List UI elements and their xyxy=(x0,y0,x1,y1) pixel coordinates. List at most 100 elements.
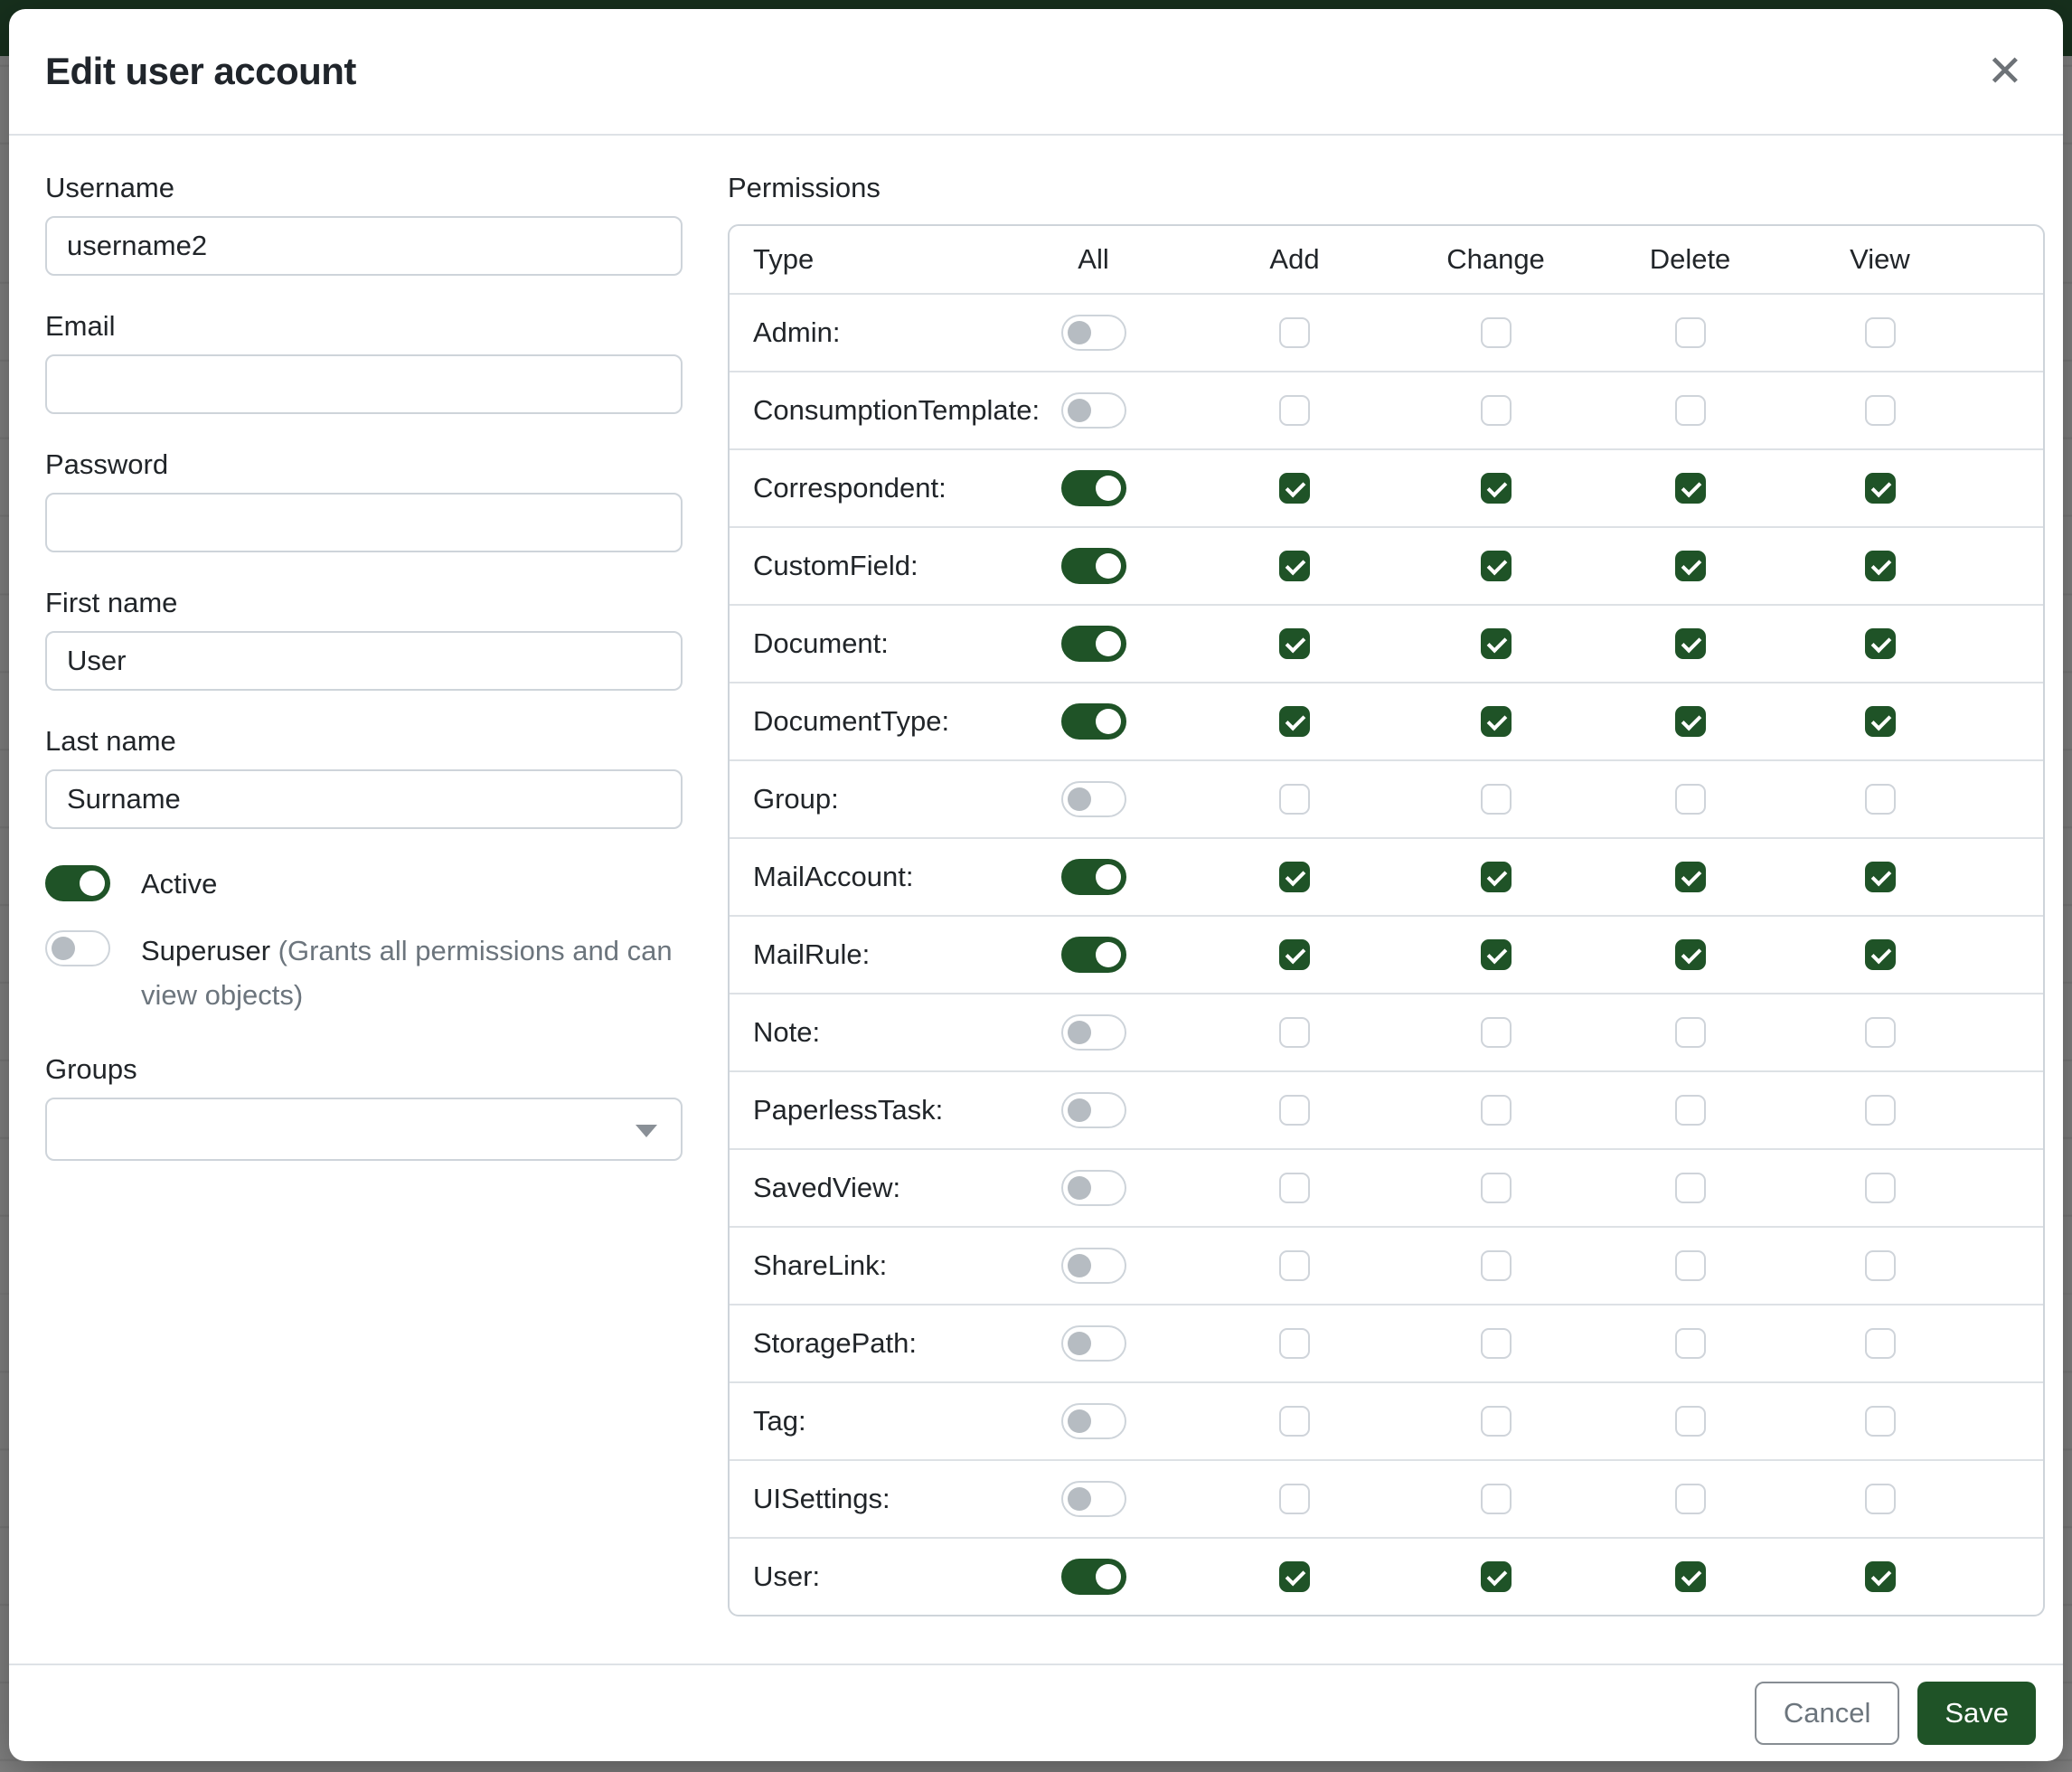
permission-view-checkbox[interactable] xyxy=(1865,395,1896,426)
permission-delete-checkbox[interactable] xyxy=(1675,628,1706,659)
permission-add-checkbox[interactable] xyxy=(1279,1328,1310,1359)
cancel-button[interactable]: Cancel xyxy=(1755,1682,1900,1745)
permission-view-checkbox[interactable] xyxy=(1865,473,1896,504)
permission-delete-checkbox[interactable] xyxy=(1675,1095,1706,1126)
permission-all-toggle[interactable] xyxy=(1061,1170,1126,1206)
permission-add-checkbox[interactable] xyxy=(1279,1017,1310,1048)
permission-change-checkbox[interactable] xyxy=(1481,551,1512,581)
permission-add-checkbox[interactable] xyxy=(1279,862,1310,892)
permission-view-checkbox[interactable] xyxy=(1865,628,1896,659)
permission-view-checkbox[interactable] xyxy=(1865,1173,1896,1203)
close-icon[interactable]: ✕ xyxy=(1982,44,2029,99)
permission-all-toggle[interactable] xyxy=(1061,1248,1126,1284)
permission-change-checkbox[interactable] xyxy=(1481,1561,1512,1592)
permission-change-checkbox[interactable] xyxy=(1481,1406,1512,1437)
permission-add-checkbox[interactable] xyxy=(1279,939,1310,970)
permission-add-checkbox[interactable] xyxy=(1279,551,1310,581)
permission-change-checkbox[interactable] xyxy=(1481,628,1512,659)
permission-all-toggle[interactable] xyxy=(1061,703,1126,740)
permission-view-checkbox[interactable] xyxy=(1865,1328,1896,1359)
permission-all-toggle[interactable] xyxy=(1061,859,1126,895)
permission-delete-checkbox[interactable] xyxy=(1675,1561,1706,1592)
permission-delete-checkbox[interactable] xyxy=(1675,706,1706,737)
username-input[interactable] xyxy=(45,216,683,276)
permissions-label: Permissions xyxy=(728,172,2045,204)
permission-delete-checkbox[interactable] xyxy=(1675,784,1706,815)
permission-all-toggle[interactable] xyxy=(1061,937,1126,973)
permission-view-checkbox[interactable] xyxy=(1865,551,1896,581)
permission-all-toggle[interactable] xyxy=(1061,315,1126,351)
permission-add-checkbox[interactable] xyxy=(1279,784,1310,815)
permission-delete-checkbox[interactable] xyxy=(1675,1484,1706,1514)
permission-add-checkbox[interactable] xyxy=(1279,628,1310,659)
permission-add-checkbox[interactable] xyxy=(1279,317,1310,348)
permission-all-toggle[interactable] xyxy=(1061,1325,1126,1362)
permission-add-checkbox[interactable] xyxy=(1279,1250,1310,1281)
save-button[interactable]: Save xyxy=(1917,1682,2036,1745)
permission-view-checkbox[interactable] xyxy=(1865,1095,1896,1126)
first-name-field[interactable] xyxy=(45,631,683,691)
permission-delete-checkbox[interactable] xyxy=(1675,473,1706,504)
permission-all-toggle[interactable] xyxy=(1061,1559,1126,1595)
permission-view-checkbox[interactable] xyxy=(1865,1250,1896,1281)
permission-add-checkbox[interactable] xyxy=(1279,1406,1310,1437)
permission-delete-checkbox[interactable] xyxy=(1675,1328,1706,1359)
permission-add-checkbox[interactable] xyxy=(1279,1095,1310,1126)
superuser-toggle[interactable] xyxy=(45,930,110,966)
permission-all-toggle[interactable] xyxy=(1061,1092,1126,1128)
permission-row: ShareLink: xyxy=(730,1226,2043,1304)
permission-add-checkbox[interactable] xyxy=(1279,1173,1310,1203)
permission-view-checkbox[interactable] xyxy=(1865,784,1896,815)
permission-change-checkbox[interactable] xyxy=(1481,1484,1512,1514)
permission-all-toggle[interactable] xyxy=(1061,1403,1126,1439)
groups-label: Groups xyxy=(45,1053,683,1086)
permission-all-toggle[interactable] xyxy=(1061,470,1126,506)
last-name-field[interactable] xyxy=(45,769,683,829)
permission-add-checkbox[interactable] xyxy=(1279,706,1310,737)
permission-change-checkbox[interactable] xyxy=(1481,473,1512,504)
permission-all-toggle[interactable] xyxy=(1061,1481,1126,1517)
permission-change-checkbox[interactable] xyxy=(1481,862,1512,892)
permission-add-checkbox[interactable] xyxy=(1279,473,1310,504)
permission-delete-checkbox[interactable] xyxy=(1675,551,1706,581)
groups-select[interactable] xyxy=(45,1098,683,1161)
permission-view-checkbox[interactable] xyxy=(1865,1017,1896,1048)
permission-change-checkbox[interactable] xyxy=(1481,939,1512,970)
permission-view-checkbox[interactable] xyxy=(1865,862,1896,892)
permission-change-checkbox[interactable] xyxy=(1481,1250,1512,1281)
permission-type-label: MailRule: xyxy=(730,938,992,971)
permission-view-checkbox[interactable] xyxy=(1865,1561,1896,1592)
permission-view-checkbox[interactable] xyxy=(1865,1484,1896,1514)
permission-change-checkbox[interactable] xyxy=(1481,317,1512,348)
permission-add-checkbox[interactable] xyxy=(1279,1484,1310,1514)
permission-delete-checkbox[interactable] xyxy=(1675,939,1706,970)
permission-delete-checkbox[interactable] xyxy=(1675,1017,1706,1048)
permission-add-checkbox[interactable] xyxy=(1279,1561,1310,1592)
active-toggle[interactable] xyxy=(45,865,110,901)
permission-change-checkbox[interactable] xyxy=(1481,1095,1512,1126)
permission-all-toggle[interactable] xyxy=(1061,1014,1126,1051)
permission-change-checkbox[interactable] xyxy=(1481,395,1512,426)
permission-all-toggle[interactable] xyxy=(1061,626,1126,662)
permission-change-checkbox[interactable] xyxy=(1481,1017,1512,1048)
password-field[interactable] xyxy=(45,493,683,552)
permission-delete-checkbox[interactable] xyxy=(1675,862,1706,892)
permission-change-checkbox[interactable] xyxy=(1481,784,1512,815)
permission-view-checkbox[interactable] xyxy=(1865,939,1896,970)
permission-delete-checkbox[interactable] xyxy=(1675,1173,1706,1203)
permission-add-checkbox[interactable] xyxy=(1279,395,1310,426)
permission-change-checkbox[interactable] xyxy=(1481,1173,1512,1203)
permission-delete-checkbox[interactable] xyxy=(1675,317,1706,348)
permission-view-checkbox[interactable] xyxy=(1865,1406,1896,1437)
permission-delete-checkbox[interactable] xyxy=(1675,1250,1706,1281)
permission-all-toggle[interactable] xyxy=(1061,392,1126,429)
permission-change-checkbox[interactable] xyxy=(1481,1328,1512,1359)
email-field[interactable] xyxy=(45,354,683,414)
permission-all-toggle[interactable] xyxy=(1061,548,1126,584)
permission-change-checkbox[interactable] xyxy=(1481,706,1512,737)
permission-all-toggle[interactable] xyxy=(1061,781,1126,817)
permission-view-checkbox[interactable] xyxy=(1865,317,1896,348)
permission-delete-checkbox[interactable] xyxy=(1675,1406,1706,1437)
permission-view-checkbox[interactable] xyxy=(1865,706,1896,737)
permission-delete-checkbox[interactable] xyxy=(1675,395,1706,426)
